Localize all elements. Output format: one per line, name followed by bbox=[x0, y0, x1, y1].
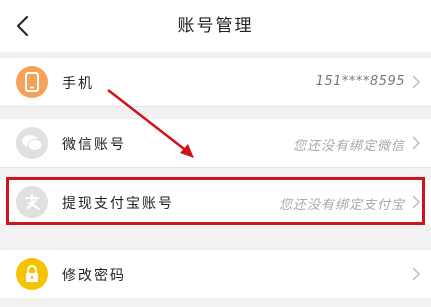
annotation-arrow-icon bbox=[107, 89, 194, 158]
